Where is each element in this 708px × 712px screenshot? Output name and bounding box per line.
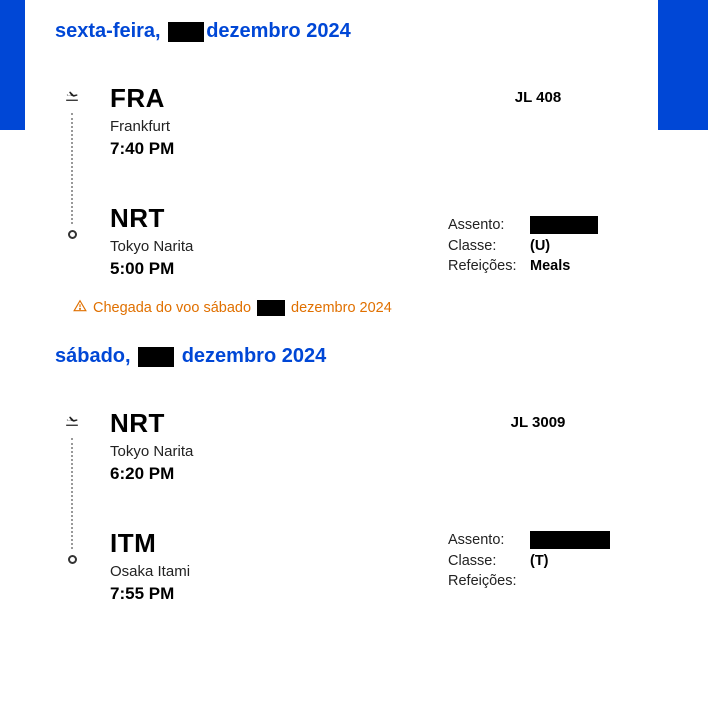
depart-time: 7:40 PM	[110, 139, 193, 159]
date-prefix: sábado,	[55, 345, 131, 368]
arrive-airport-name: Osaka Itami	[110, 563, 193, 580]
route-line	[71, 438, 73, 549]
depart-airport-name: Tokyo Narita	[110, 443, 193, 460]
depart-airport-code: NRT	[110, 408, 193, 439]
class-label: Classe:	[448, 238, 530, 254]
departure-block: FRA Frankfurt 7:40 PM	[110, 83, 193, 159]
arrival-note-suffix: dezembro 2024	[291, 300, 392, 316]
arrival-block: NRT Tokyo Narita 5:00 PM	[110, 203, 193, 279]
flight-info-table: Assento: Classe: (U) Refeições: Meals	[448, 216, 628, 274]
departure-icon	[65, 88, 79, 107]
flight-segment-2: NRT Tokyo Narita 6:20 PM ITM Osaka Itami…	[55, 408, 628, 604]
itinerary-content: sexta-feira, dezembro 2024 FRA Frankfurt…	[25, 0, 658, 634]
depart-airport-name: Frankfurt	[110, 118, 193, 135]
warning-icon	[73, 299, 87, 317]
class-label: Classe:	[448, 553, 530, 569]
seat-label: Assento:	[448, 217, 530, 233]
meals-value: Meals	[530, 258, 570, 274]
redacted-seat	[530, 531, 610, 549]
flight-info-column: JL 3009 Assento: Classe: (T) Refeições:	[448, 408, 628, 593]
redacted-seat	[530, 216, 598, 234]
flight-info-column: JL 408 Assento: Classe: (U) Refeições: M…	[448, 83, 628, 278]
route-line	[71, 113, 73, 224]
arrive-airport-name: Tokyo Narita	[110, 238, 193, 255]
arrival-marker-icon	[68, 555, 77, 564]
flight-number: JL 408	[448, 89, 628, 106]
flight-segment-1: FRA Frankfurt 7:40 PM NRT Tokyo Narita 5…	[55, 83, 628, 279]
timeline	[65, 413, 79, 564]
arrive-time: 5:00 PM	[110, 259, 193, 279]
redacted-day	[138, 347, 174, 367]
legs-column: NRT Tokyo Narita 6:20 PM ITM Osaka Itami…	[110, 408, 193, 604]
depart-time: 6:20 PM	[110, 464, 193, 484]
date-suffix: dezembro 2024	[206, 20, 351, 43]
meals-label: Refeições:	[448, 573, 530, 589]
class-value: (T)	[530, 553, 549, 569]
arrival-marker-icon	[68, 230, 77, 239]
meals-label: Refeições:	[448, 258, 530, 274]
flight-info-table: Assento: Classe: (T) Refeições:	[448, 531, 628, 589]
arrival-block: ITM Osaka Itami 7:55 PM	[110, 528, 193, 604]
legs-column: FRA Frankfurt 7:40 PM NRT Tokyo Narita 5…	[110, 83, 193, 279]
arrival-note-prefix: Chegada do voo sábado	[93, 300, 251, 316]
class-value: (U)	[530, 238, 550, 254]
flight-number: JL 3009	[448, 414, 628, 431]
brand-bar-right	[658, 0, 708, 130]
redacted-arrival-day	[257, 300, 285, 316]
date-suffix: dezembro 2024	[182, 345, 327, 368]
arrival-different-day-note: Chegada do voo sábado dezembro 2024	[73, 299, 628, 317]
seat-label: Assento:	[448, 532, 530, 548]
date-prefix: sexta-feira,	[55, 20, 161, 43]
arrive-airport-code: NRT	[110, 203, 193, 234]
brand-bar-left	[0, 0, 25, 130]
date-header-1: sexta-feira, dezembro 2024	[55, 20, 628, 43]
arrive-time: 7:55 PM	[110, 584, 193, 604]
departure-block: NRT Tokyo Narita 6:20 PM	[110, 408, 193, 484]
date-header-2: sábado, dezembro 2024	[55, 345, 628, 368]
timeline	[65, 88, 79, 239]
departure-icon	[65, 413, 79, 432]
redacted-day	[168, 22, 204, 42]
arrive-airport-code: ITM	[110, 528, 193, 559]
depart-airport-code: FRA	[110, 83, 193, 114]
